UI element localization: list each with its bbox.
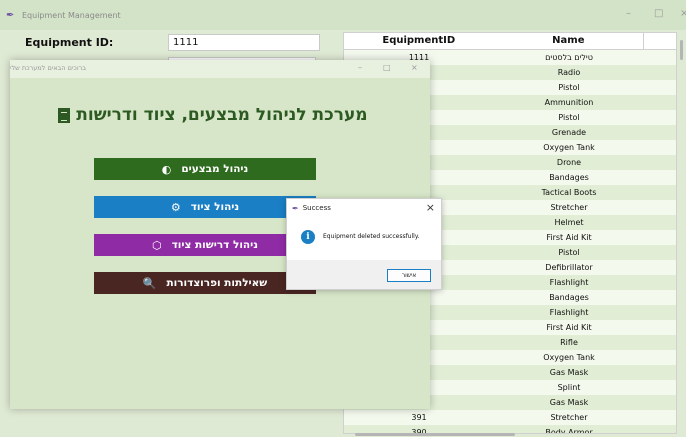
dialog-message: Equipment deleted successfully.	[323, 233, 420, 240]
dialog-close-button[interactable]: ×	[426, 201, 435, 214]
vertical-scrollbar[interactable]	[680, 40, 683, 60]
cell-name: טילים בלסטים	[545, 53, 593, 62]
manage-equipment-label: ניהול ציוד	[190, 201, 240, 213]
cell-name: First Aid Kit	[546, 323, 592, 332]
cell-name: Ammunition	[544, 98, 594, 107]
horizontal-scrollbar[interactable]	[355, 433, 515, 436]
cell-name: Grenade	[551, 128, 587, 137]
window-titlebar: ✒ Equipment Management – □ ×	[0, 0, 686, 30]
cell-name: Drone	[556, 158, 582, 167]
equipment-id-label: Equipment ID:	[25, 36, 114, 49]
cell-name: First Aid Kit	[546, 233, 592, 242]
maximize-button[interactable]: □	[654, 8, 663, 19]
column-header-name[interactable]: Name	[494, 33, 644, 49]
cell-name: Oxygen Tank	[543, 353, 595, 362]
queries-procedures-button[interactable]: שאילתות ופרוצדורות 🔍	[94, 272, 316, 294]
table-header: EquipmentID Name	[344, 33, 676, 50]
app-feather-icon: ✒	[6, 9, 15, 21]
menu-heading-text: מערכת לניהול מבצעים, ציוד ודרישות	[76, 105, 368, 125]
search-icon: 🔍	[142, 276, 157, 290]
cell-name: Helmet	[554, 218, 584, 227]
window-title: Equipment Management	[22, 10, 121, 20]
cell-name: Rifle	[560, 338, 578, 347]
queries-procedures-label: שאילתות ופרוצדורות	[166, 277, 268, 289]
menu-window-title: ברוכים הבאים למערכת שלי	[10, 64, 87, 72]
cell-equipment-id: 391	[411, 413, 427, 422]
cell-name: Body Armor	[545, 428, 593, 434]
manage-equipment-requests-label: ניהול דרישות ציוד	[171, 239, 258, 251]
success-dialog: ✒ Success × i Equipment deleted successf…	[286, 198, 442, 290]
cell-name: Defibrillator	[545, 263, 593, 272]
menu-heading: מערכת לניהול מבצעים, ציוד ודרישות	[50, 105, 370, 125]
cell-name: Gas Mask	[549, 398, 589, 407]
info-icon: i	[301, 230, 315, 244]
package-icon: ⬡	[152, 238, 162, 252]
dialog-footer: אישור	[287, 260, 441, 289]
cell-name: Bandages	[549, 293, 589, 302]
cell-name: Pistol	[558, 83, 580, 92]
cell-name: Gas Mask	[549, 368, 589, 377]
menu-maximize-button[interactable]: □	[383, 63, 391, 72]
manage-operations-button[interactable]: ניהול מבצעים ◐	[94, 158, 316, 180]
table-row[interactable]: 391 Stretcher	[344, 410, 676, 425]
close-button[interactable]: ×	[680, 8, 686, 19]
manage-equipment-button[interactable]: ניהול ציוד ⚙	[94, 196, 316, 218]
cell-name: Bandages	[549, 173, 589, 182]
manage-equipment-requests-button[interactable]: ניהול דרישות ציוד ⬡	[94, 234, 316, 256]
column-header-extra	[643, 33, 676, 49]
menu-minimize-button[interactable]: –	[358, 63, 362, 72]
ok-button[interactable]: אישור	[387, 269, 431, 282]
cell-name: Radio	[557, 68, 581, 77]
cell-name: Stretcher	[550, 203, 588, 212]
cell-name: Tactical Boots	[541, 188, 597, 197]
minimize-button[interactable]: –	[626, 8, 631, 19]
dialog-title: Success	[302, 204, 331, 212]
clipboard-icon	[58, 107, 71, 123]
cell-name: Pistol	[558, 113, 580, 122]
dialog-body: i Equipment deleted successfully.	[287, 217, 441, 260]
cell-name: Stretcher	[550, 413, 588, 422]
dialog-titlebar: ✒ Success ×	[287, 199, 441, 217]
column-header-equipmentid[interactable]: EquipmentID	[344, 33, 494, 49]
menu-close-button[interactable]: ×	[411, 63, 418, 72]
half-circle-icon: ◐	[161, 162, 172, 176]
cell-name: Oxygen Tank	[543, 143, 595, 152]
manage-operations-label: ניהול מבצעים	[181, 163, 249, 175]
cell-name: Splint	[557, 383, 581, 392]
gear-icon: ⚙	[170, 200, 181, 214]
dialog-feather-icon: ✒	[292, 203, 299, 213]
cell-name: Pistol	[558, 248, 580, 257]
cell-name: Flashlight	[549, 308, 589, 317]
menu-window-titlebar: ברוכים הבאים למערכת שלי – □ ×	[10, 60, 430, 78]
equipment-id-input[interactable]: 1111	[168, 34, 320, 51]
cell-name: Flashlight	[549, 278, 589, 287]
